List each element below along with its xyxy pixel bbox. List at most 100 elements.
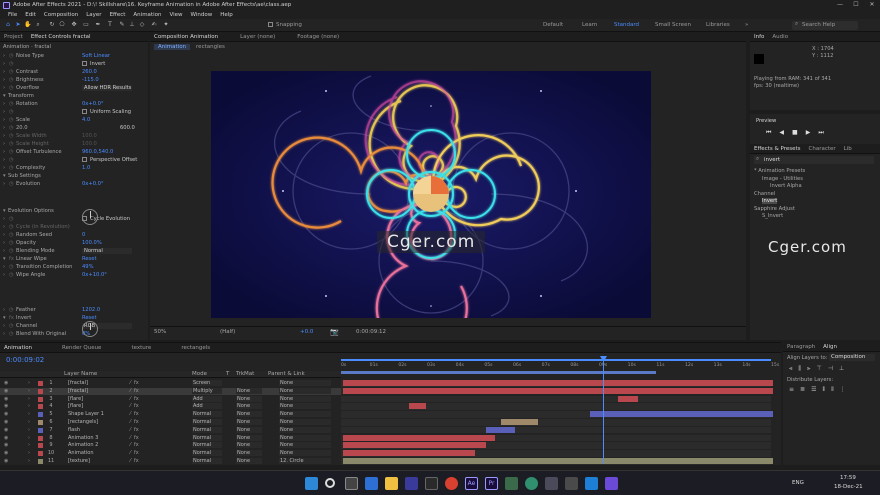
align-to-dropdown[interactable]: Composition [829,354,875,361]
visibility-icon[interactable]: ◉ [4,388,8,394]
effect-row[interactable]: › ◷ Scale 4.0 [0,117,146,124]
label-color-swatch[interactable] [38,451,43,457]
zoom-tool-icon[interactable]: ⌕ [34,21,42,29]
roto-brush-tool-icon[interactable]: ✍ [150,21,158,29]
stopwatch-icon[interactable]: ◷ [9,181,14,187]
twirl-icon[interactable]: › [3,149,5,155]
effect-dropdown[interactable]: Allow HDR Results [82,85,132,91]
twirl-icon[interactable]: ▾ [3,315,6,321]
effect-row[interactable]: › ◷ Rotation 0x+0.0° [0,101,146,108]
effect-value[interactable]: 4.0 [82,117,90,123]
layer-name[interactable]: [fractal] [68,388,88,394]
pen-tool-icon[interactable]: ✒ [94,21,102,29]
twirl-icon[interactable]: › [28,388,30,394]
menu-effect[interactable]: Effect [106,12,130,18]
distribute-bottom-icon[interactable]: ☰ [811,386,816,394]
layer-bar[interactable] [343,458,773,464]
menu-file[interactable]: File [4,12,21,18]
twirl-icon[interactable]: › [3,141,5,147]
fx-icon[interactable]: fx [9,256,14,262]
twirl-icon[interactable]: › [3,61,5,67]
menu-view[interactable]: View [165,12,186,18]
tab-timeline-animation[interactable]: Animation [4,345,32,351]
layer-name[interactable]: [rectangels] [68,419,98,425]
camera-tool-icon[interactable]: ⎔ [58,21,66,29]
distribute-top-icon[interactable]: ≡ [789,386,794,394]
layer-switches[interactable]: ⁄ fx [130,458,139,464]
effects-tree-item[interactable]: Sapphire Adjust [754,206,795,212]
task-view-icon[interactable] [345,477,358,490]
effect-value[interactable]: -115.0 [82,77,99,83]
parent-dropdown[interactable]: None [279,395,331,402]
parent-dropdown[interactable]: None [279,411,331,418]
tab-audio[interactable]: Audio [772,34,788,40]
twirl-icon[interactable]: › [28,442,30,448]
layer-name[interactable]: Shape Layer 1 [68,411,104,417]
layer-bar[interactable] [408,403,427,410]
stopwatch-icon[interactable]: ◷ [9,109,14,115]
effect-row[interactable]: › ◷ Offset Turbulence 960.0,540.0 [0,149,146,156]
start-icon[interactable] [305,477,318,490]
twirl-icon[interactable]: › [3,240,5,246]
trkmat-dropdown[interactable]: None [236,434,262,441]
effect-row[interactable]: ▾ Sub Settings [0,173,146,180]
effects-tree-item[interactable]: Channel [754,191,775,197]
search-help-input[interactable]: Search Help [792,21,858,30]
parent-dropdown[interactable]: None [279,380,331,386]
effect-row[interactable]: ▾ fx Invert Reset [0,315,146,322]
layer-bar[interactable] [589,411,773,418]
twirl-icon[interactable]: › [3,133,5,139]
clock-time[interactable]: 17:59 [840,475,856,481]
menu-composition[interactable]: Composition [40,12,82,18]
mode-dropdown[interactable]: Normal [192,458,222,464]
stopwatch-icon[interactable]: ◷ [9,133,14,139]
effect-value[interactable]: 100.0% [82,240,102,246]
app-icon-3[interactable] [545,477,558,490]
vscode-icon[interactable] [585,477,598,490]
eraser-tool-icon[interactable]: ◇ [138,21,146,29]
table-row[interactable]: ◉ › 10 Animation ⁄ fx Normal None None [0,450,341,458]
label-color-swatch[interactable] [38,435,43,441]
stopwatch-icon[interactable]: ◷ [9,157,14,163]
stopwatch-icon[interactable]: ◷ [9,216,14,222]
menu-layer[interactable]: Layer [82,12,105,18]
label-color-swatch[interactable] [38,443,43,449]
first-frame-icon[interactable]: ⏮ [766,129,771,137]
effects-tree-item[interactable]: Invert Alpha [770,183,802,189]
align-vcenter-icon[interactable]: ⊣ [828,365,833,373]
snapshot-icon[interactable]: 📷 [330,328,339,336]
effect-row[interactable]: › ◷ Scale Height 100.0 [0,141,146,148]
twirl-icon[interactable]: › [28,450,30,456]
stopwatch-icon[interactable]: ◷ [9,307,14,313]
premiere-icon[interactable]: Pr [485,477,498,490]
layer-name[interactable]: flash [68,427,80,433]
trkmat-dropdown[interactable]: None [236,395,262,402]
clone-stamp-tool-icon[interactable]: ⊥ [128,21,136,29]
next-frame-icon[interactable]: ▶ [806,129,811,137]
stopwatch-icon[interactable]: ◷ [9,53,14,59]
checkbox[interactable] [82,61,87,66]
twirl-icon[interactable]: › [28,427,30,433]
mode-dropdown[interactable]: Add [192,395,222,402]
layer-switches[interactable]: ⁄ fx [130,388,139,394]
play-icon[interactable]: ■ [792,129,798,137]
effect-value[interactable]: 960.0,540.0 [82,149,113,155]
work-area-range[interactable] [341,371,657,374]
label-color-swatch[interactable] [38,427,43,433]
snapping-toggle[interactable]: Snapping [268,22,302,28]
type-tool-icon[interactable]: T [106,21,114,29]
effect-row[interactable]: › ◷ Noise Type Soft Linear [0,53,146,60]
visibility-icon[interactable]: ◉ [4,396,8,402]
table-row[interactable]: ◉ › 2 [fractal] ⁄ fx Multiply None None [0,387,341,396]
visibility-icon[interactable]: ◉ [4,442,8,448]
layer-switches[interactable]: ⁄ fx [130,427,139,433]
label-color-swatch[interactable] [38,388,43,394]
layer-name[interactable]: [texture] [68,458,90,464]
mode-dropdown[interactable]: Normal [192,434,222,441]
fx-icon[interactable]: fx [9,315,14,321]
table-row[interactable]: ◉ › 3 [flare] ⁄ fx Add None None [0,395,341,404]
checkbox[interactable] [82,109,87,114]
twirl-icon[interactable]: › [3,216,5,222]
exposure-value[interactable]: +0.0 [300,329,313,335]
table-row[interactable]: ◉ › 4 [flare] ⁄ fx Add None None [0,403,341,411]
